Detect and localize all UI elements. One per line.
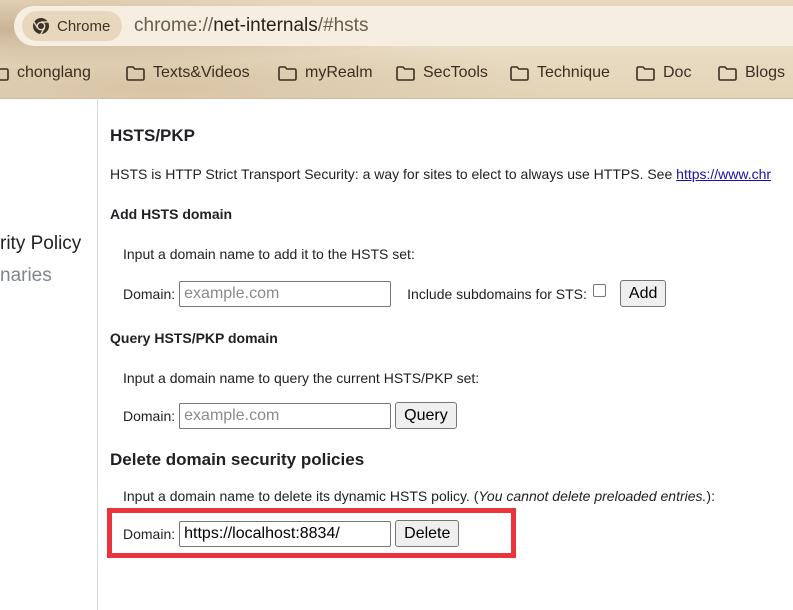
folder-icon (0, 67, 9, 81)
add-hsts-heading: Add HSTS domain (110, 206, 233, 222)
query-button[interactable]: Query (395, 402, 457, 429)
bookmark-folder-chonglang[interactable]: chonglang (0, 60, 91, 86)
intro-text-body: HSTS is HTTP Strict Transport Security: … (110, 166, 677, 182)
query-domain-label: Domain: (123, 407, 176, 424)
sidebar-item-domain-security-policy[interactable]: rity Policy (0, 233, 81, 255)
highlight-box (107, 508, 516, 558)
page-title: HSTS/PKP (110, 126, 196, 145)
query-domain-input[interactable] (179, 402, 392, 429)
query-hsts-description: Input a domain name to query the current… (123, 370, 480, 386)
intro-link[interactable]: https://www.chr (676, 166, 771, 182)
add-domain-input[interactable] (179, 280, 392, 307)
delete-policies-heading: Delete domain security policies (110, 450, 365, 469)
chrome-logo-icon (32, 17, 50, 35)
query-hsts-heading: Query HSTS/PKP domain (110, 330, 278, 346)
query-hsts-row: Domain: Query (123, 402, 457, 429)
sidebar-item-shared-dictionaries[interactable]: naries (0, 265, 52, 287)
bookmark-label: chonglang (17, 64, 91, 81)
add-button[interactable]: Add (619, 280, 667, 307)
site-info-label: Chrome (57, 17, 111, 35)
delete-description-note: You cannot delete preloaded entries. (478, 488, 707, 504)
add-hsts-description: Input a domain name to add it to the HST… (123, 246, 415, 262)
delete-description-text: Input a domain name to delete its dynami… (123, 488, 479, 504)
delete-policies-description: Input a domain name to delete its dynami… (123, 488, 715, 504)
intro-text: HSTS is HTTP Strict Transport Security: … (110, 166, 771, 182)
sidebar-divider (97, 98, 98, 610)
include-subdomains-label: Include subdomains for STS: (407, 285, 587, 302)
add-domain-label: Domain: (123, 285, 176, 302)
add-hsts-row: Domain: Include subdomains for STS: Add (123, 280, 667, 307)
site-info-chip[interactable]: Chrome (22, 11, 123, 41)
delete-description-end: ): (706, 488, 715, 504)
include-subdomains-checkbox[interactable] (592, 284, 606, 297)
